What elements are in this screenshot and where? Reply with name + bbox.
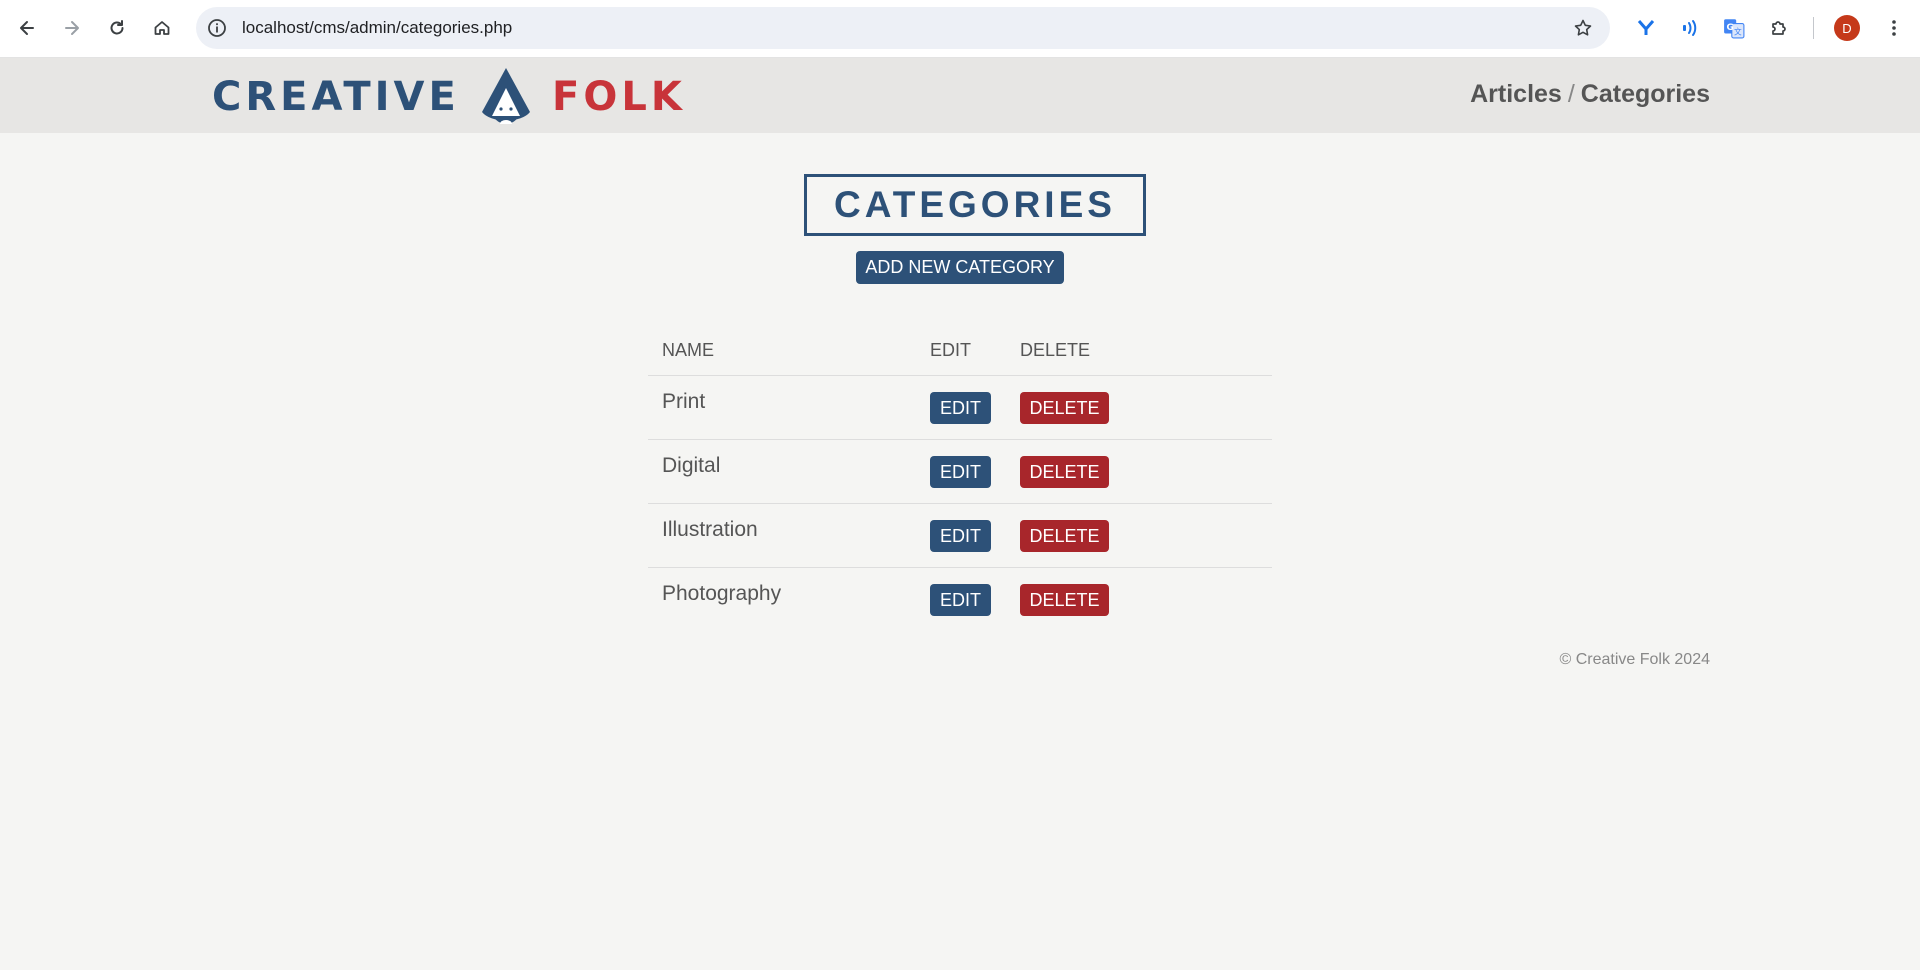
nav-categories-link[interactable]: Categories <box>1581 80 1710 108</box>
delete-button[interactable]: DELETE <box>1020 392 1109 424</box>
toolbar-divider <box>1813 17 1814 39</box>
url-text[interactable]: localhost/cms/admin/categories.php <box>242 18 512 38</box>
browser-toolbar: localhost/cms/admin/categories.php G文 D <box>0 0 1920 58</box>
back-button[interactable] <box>11 12 43 44</box>
star-icon[interactable] <box>1572 17 1594 39</box>
header-edit: EDIT <box>930 340 972 360</box>
top-navigation: Articles / Categories <box>1470 80 1710 109</box>
back-arrow-icon <box>20 21 34 35</box>
translate-icon[interactable]: G文 <box>1720 14 1748 42</box>
extension-y-icon[interactable] <box>1632 14 1660 42</box>
category-name: Illustration <box>662 518 758 541</box>
logo[interactable]: CREATIVE FOLK <box>212 66 682 126</box>
edit-button[interactable]: EDIT <box>930 456 991 488</box>
logo-word-creative: CREATIVE <box>212 74 460 120</box>
page-title: CATEGORIES <box>834 184 1116 225</box>
nav-articles-link[interactable]: Articles <box>1470 80 1562 108</box>
header-name: NAME <box>662 340 715 360</box>
avatar[interactable]: D <box>1834 15 1860 41</box>
delete-button[interactable]: DELETE <box>1020 520 1109 552</box>
puzzle-icon[interactable] <box>1765 14 1793 42</box>
svg-text:G: G <box>1727 23 1734 33</box>
table-row: Digital EDIT DELETE <box>648 440 1272 504</box>
categories-table: NAME EDIT DELETE Print EDIT DELETE Digit… <box>648 325 1272 631</box>
category-name: Print <box>662 390 706 413</box>
svg-text:文: 文 <box>1734 27 1742 37</box>
address-bar[interactable]: localhost/cms/admin/categories.php <box>196 7 1610 49</box>
extension-wave-icon[interactable] <box>1676 14 1704 42</box>
table-header: NAME EDIT DELETE <box>648 325 1272 376</box>
category-name: Digital <box>662 454 721 477</box>
nav-separator: / <box>1567 80 1575 108</box>
edit-button[interactable]: EDIT <box>930 584 991 616</box>
forward-button[interactable] <box>56 12 88 44</box>
forward-arrow-icon <box>65 21 79 35</box>
delete-button[interactable]: DELETE <box>1020 584 1109 616</box>
info-icon[interactable] <box>206 17 228 39</box>
edit-button[interactable]: EDIT <box>930 392 991 424</box>
delete-button[interactable]: DELETE <box>1020 456 1109 488</box>
site-header: CREATIVE FOLK Articles / Categories <box>0 58 1920 133</box>
page-title-box: CATEGORIES <box>804 174 1146 236</box>
reload-button[interactable] <box>101 12 133 44</box>
header-delete: DELETE <box>1020 340 1091 360</box>
logo-word-folk: FOLK <box>552 74 686 120</box>
edit-button[interactable]: EDIT <box>930 520 991 552</box>
home-button[interactable] <box>146 12 178 44</box>
reload-icon <box>110 20 124 35</box>
logo-mark-icon <box>482 68 530 124</box>
table-row: Illustration EDIT DELETE <box>648 504 1272 568</box>
category-name: Photography <box>662 582 782 605</box>
kebab-menu-icon[interactable] <box>1880 14 1908 42</box>
footer-copyright: © Creative Folk 2024 <box>1559 651 1710 668</box>
home-icon <box>154 21 170 35</box>
table-row: Photography EDIT DELETE <box>648 568 1272 631</box>
add-category-button[interactable]: ADD NEW CATEGORY <box>856 251 1064 284</box>
table-row: Print EDIT DELETE <box>648 376 1272 440</box>
